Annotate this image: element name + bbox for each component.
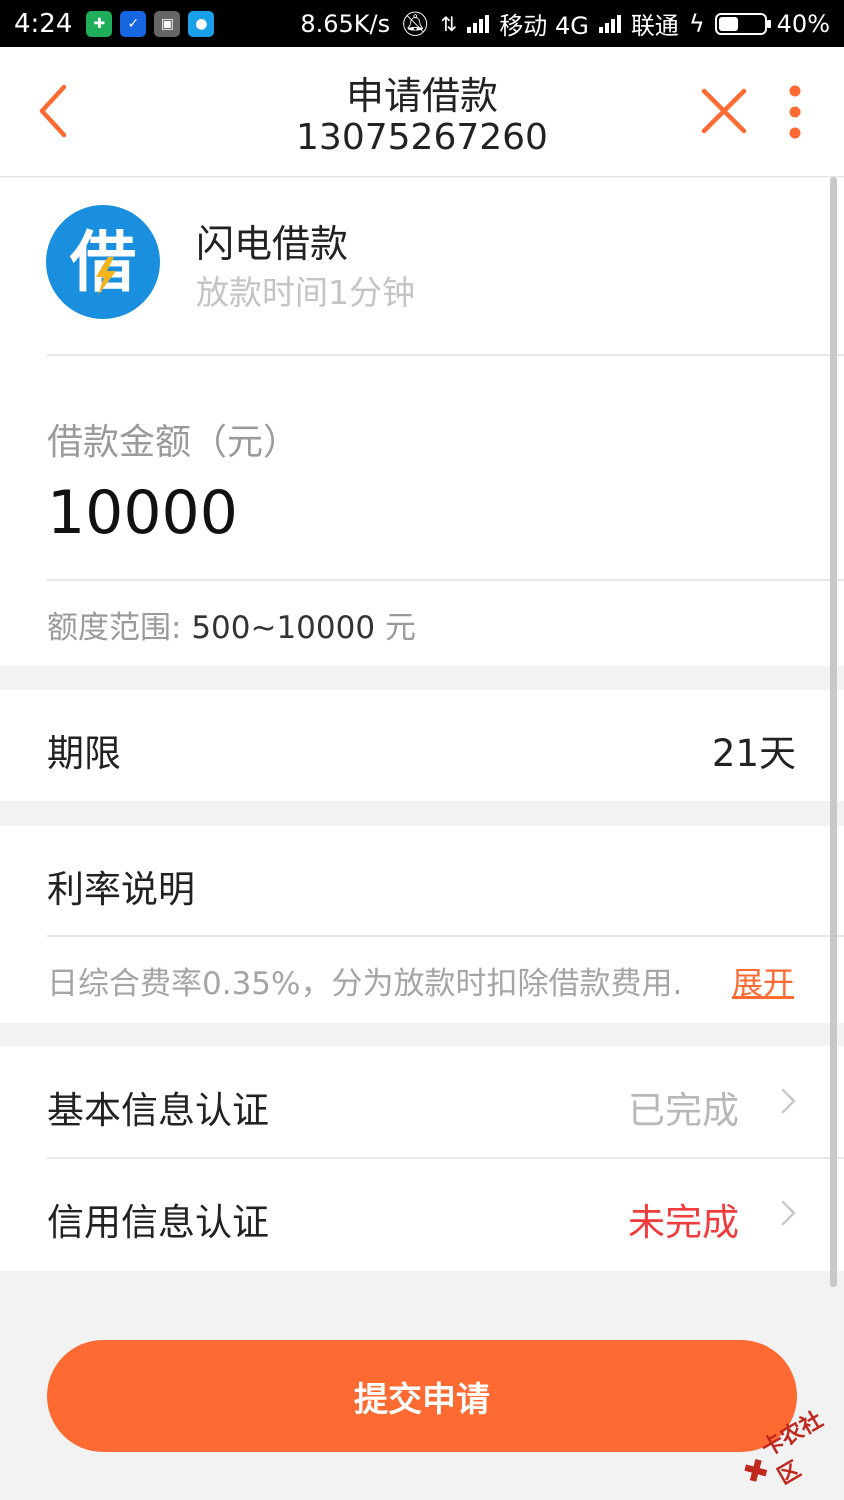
- divider: [47, 354, 844, 356]
- range-value: 500~10000: [191, 610, 376, 646]
- divider: [47, 935, 844, 937]
- verification-label: 基本信息认证: [47, 1089, 269, 1132]
- shield-app-icon: ✓: [120, 10, 147, 37]
- divider: [47, 579, 844, 581]
- verification-status: 已完成: [628, 1089, 739, 1132]
- expand-link[interactable]: 展开: [732, 958, 794, 1003]
- lender-name: 闪电借款: [196, 222, 349, 266]
- data-transfer-icon: ⇅: [440, 11, 458, 36]
- amount-range: 额度范围: 500~10000 元: [47, 602, 416, 647]
- signal-icon-2: [598, 14, 621, 33]
- range-label: 额度范围:: [47, 610, 182, 646]
- term-label: 期限: [47, 732, 121, 775]
- rate-description: 日综合费率0.35%，分为放款时扣除借款费用.: [47, 966, 683, 1002]
- bell-muted-icon: 🔕︎: [400, 9, 431, 38]
- scrollbar[interactable]: [830, 177, 837, 1287]
- status-bar: 4:24 ✚ ✓ ▣ ● 8.65K/s 🔕︎ ⇅ 移动 4G 联通 ϟ 40%: [0, 0, 844, 47]
- amount-label: 借款金额（元）: [47, 422, 300, 463]
- close-icon[interactable]: [698, 85, 750, 137]
- carrier-2: 联通: [630, 12, 679, 40]
- submit-application-button[interactable]: 提交申请: [47, 1340, 797, 1452]
- signal-icon: [467, 14, 490, 33]
- security-app-icon: ✚: [86, 10, 113, 37]
- water-drop-app-icon: ●: [188, 10, 215, 37]
- more-options-icon[interactable]: [780, 81, 810, 141]
- rate-label: 利率说明: [47, 868, 195, 911]
- notification-icons: ✚ ✓ ▣ ●: [86, 10, 215, 37]
- network-speed: 8.65K/s: [300, 9, 391, 38]
- lightning-logo-icon: 借: [69, 224, 136, 301]
- amount-input[interactable]: 10000: [47, 478, 238, 548]
- verification-status: 未完成: [628, 1201, 739, 1244]
- divider: [47, 1157, 844, 1159]
- battery-percent: 40%: [776, 9, 830, 38]
- svg-text:借: 借: [69, 224, 136, 301]
- chevron-right-icon: [781, 1088, 796, 1114]
- carrier-1: 移动 4G: [499, 12, 589, 40]
- charging-icon: ϟ: [688, 9, 705, 38]
- lender-description: 放款时间1分钟: [196, 273, 415, 312]
- range-unit: 元: [384, 610, 416, 646]
- app-header: 申请借款 13075267260: [0, 47, 844, 177]
- battery-icon: [714, 12, 771, 35]
- lender-logo: 借: [46, 205, 160, 319]
- term-value[interactable]: 21天: [712, 723, 796, 777]
- chevron-right-icon: [781, 1200, 796, 1226]
- verification-label: 信用信息认证: [47, 1201, 269, 1244]
- gallery-app-icon: ▣: [154, 10, 181, 37]
- status-time: 4:24: [14, 8, 73, 39]
